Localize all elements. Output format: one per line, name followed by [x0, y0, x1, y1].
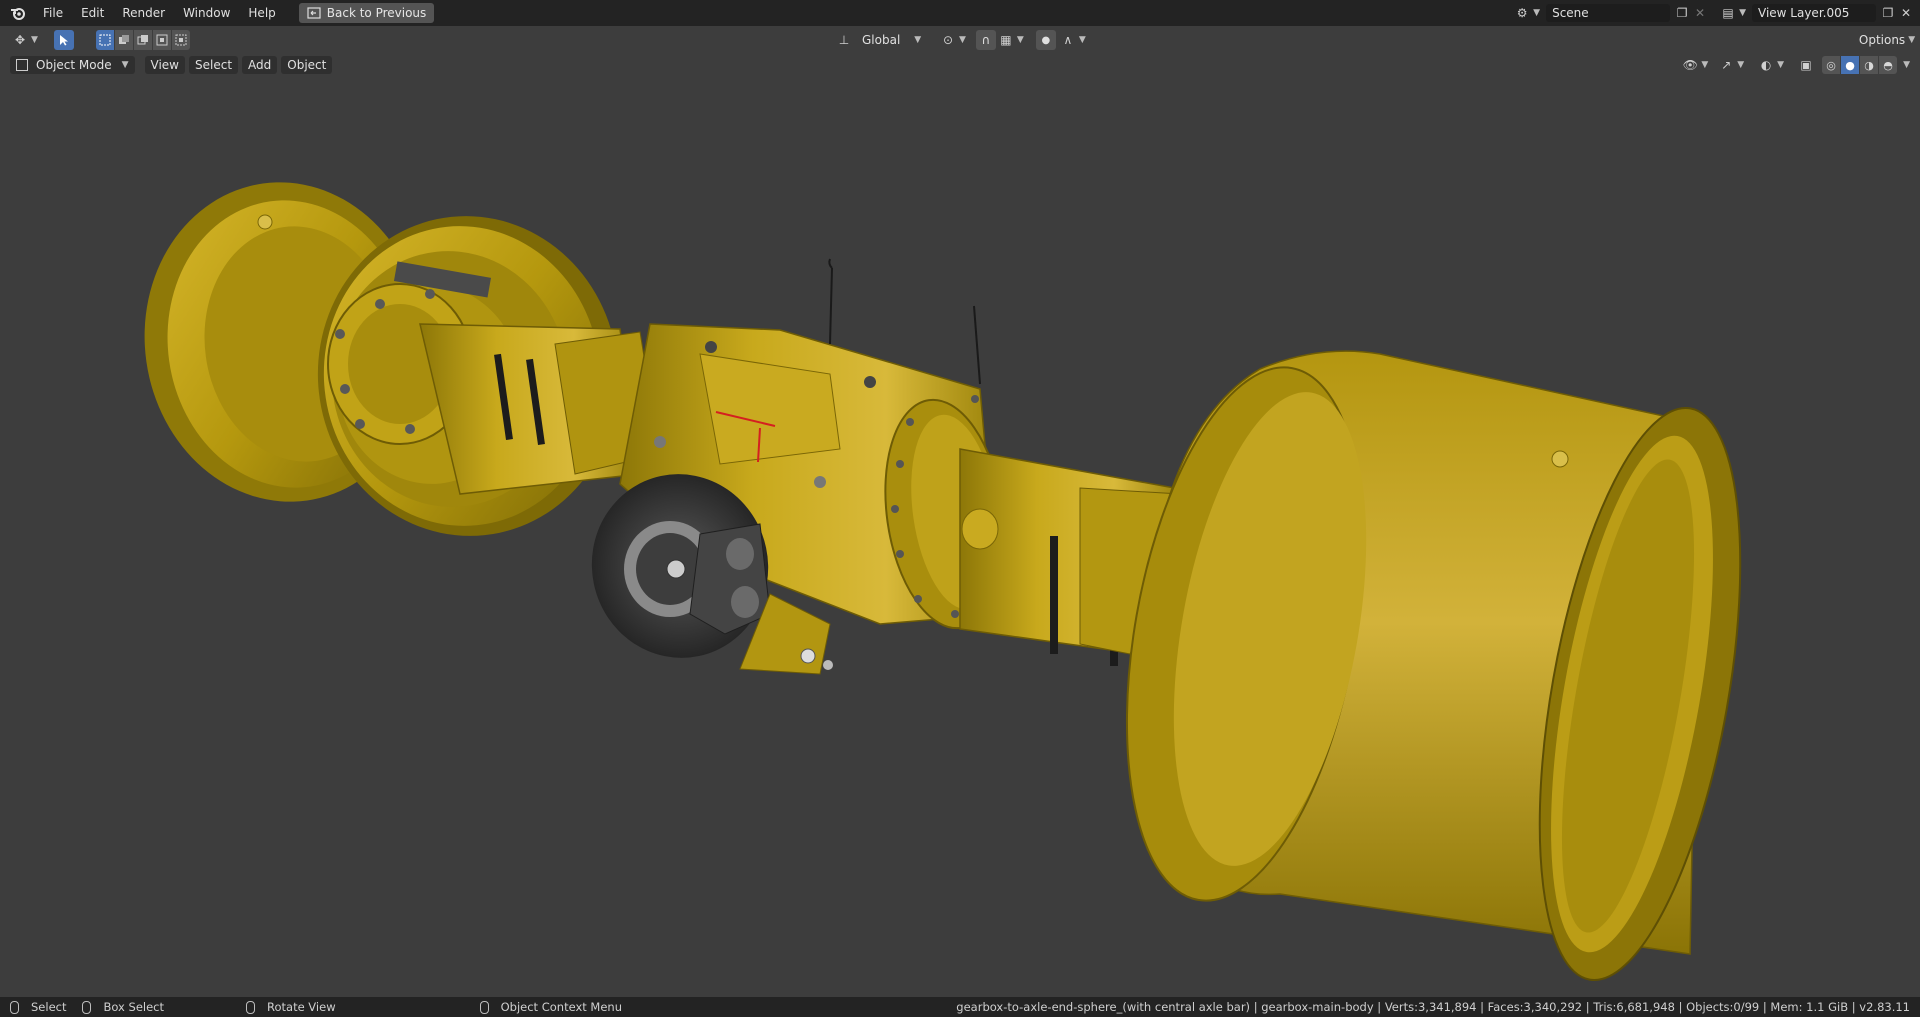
- select-subtract-icon[interactable]: [133, 30, 153, 50]
- select-tool-button[interactable]: [53, 30, 74, 50]
- chevron-down-icon: ▼: [1777, 60, 1785, 70]
- select-new-icon[interactable]: [95, 30, 115, 50]
- new-view-layer-icon[interactable]: ❐: [1880, 5, 1896, 21]
- menu-help[interactable]: Help: [239, 3, 284, 23]
- viewport-menu-select[interactable]: Select: [189, 56, 239, 74]
- chevron-down-icon: ▼: [1078, 35, 1086, 45]
- back-to-previous-label: Back to Previous: [326, 6, 427, 20]
- status-bar: Select Box Select Rotate View Object Con…: [0, 997, 1920, 1017]
- menu-file[interactable]: File: [34, 3, 72, 23]
- overlays-icon[interactable]: ◐: [1758, 57, 1774, 73]
- options-label: Options: [1858, 33, 1906, 47]
- new-scene-icon[interactable]: ❐: [1674, 5, 1690, 21]
- chevron-down-icon: ▼: [1016, 35, 1024, 45]
- chevron-down-icon: ▼: [1737, 60, 1745, 70]
- snap-increment-icon[interactable]: ▦: [998, 32, 1014, 48]
- back-to-previous-button[interactable]: Back to Previous: [298, 3, 435, 23]
- wireframe-shading-icon[interactable]: ◎: [1822, 56, 1842, 74]
- status-context-menu-label: Object Context Menu: [500, 1000, 622, 1014]
- transform-orientation-value: Global: [862, 33, 901, 47]
- options-dropdown[interactable]: Options ▼: [1858, 30, 1916, 50]
- status-select: Select: [10, 1000, 66, 1014]
- tool-header: ✥ ▼ ⊥ Global ▼ ⊙ ▼ ∩ ▦ ▼ ● ∧ ▼ Options ▼: [0, 26, 1920, 54]
- view-layer-browse-icon[interactable]: ▤: [1720, 5, 1736, 21]
- scene-name: Scene: [1552, 6, 1589, 20]
- viewport-menu-add[interactable]: Add: [242, 56, 278, 74]
- material-preview-icon[interactable]: ◑: [1860, 56, 1880, 74]
- menu-render[interactable]: Render: [113, 3, 174, 23]
- top-menu-bar: File Edit Render Window Help Back to Pre…: [0, 0, 1920, 26]
- viewport-shading-controls: 👁 ▼ ↗ ▼ ◐ ▼ ▣ ◎ ● ◑ ◓ ▼: [1682, 56, 1910, 74]
- select-invert-icon[interactable]: [152, 30, 172, 50]
- drag-mouse-icon: [82, 1000, 92, 1014]
- chevron-down-icon: ▼: [1908, 35, 1916, 45]
- object-mode-icon: [16, 59, 28, 71]
- viewport-canvas[interactable]: [0, 54, 1920, 997]
- delete-scene-icon[interactable]: ✕: [1692, 5, 1708, 21]
- scene-statistics: gearbox-to-axle-end-sphere_(with central…: [956, 1000, 1910, 1014]
- falloff-curve-icon[interactable]: ∧: [1060, 32, 1076, 48]
- snap-toggle-button[interactable]: ∩: [975, 30, 996, 50]
- status-box-select: Box Select: [82, 1000, 164, 1014]
- select-extend-icon[interactable]: [114, 30, 134, 50]
- chevron-down-icon: ▼: [959, 35, 966, 45]
- status-box-select-label: Box Select: [103, 1000, 164, 1014]
- status-rotate-view-label: Rotate View: [267, 1000, 336, 1014]
- blender-logo-icon[interactable]: [10, 5, 26, 21]
- magnet-icon: ∩: [981, 33, 991, 47]
- cursor-arrow-icon: [59, 35, 68, 46]
- status-context-menu: Object Context Menu: [479, 1000, 622, 1014]
- object-mode-dropdown[interactable]: Object Mode ▼: [10, 56, 135, 74]
- chevron-down-icon: ▼: [914, 35, 922, 45]
- scene-controls: ⚙ ▼ Scene ❐ ✕ ▤ ▼ View Layer.005 ❐ ✕: [1514, 0, 1920, 26]
- chevron-down-icon: ▼: [31, 35, 38, 45]
- delete-view-layer-icon[interactable]: ✕: [1898, 5, 1914, 21]
- proportional-circle-icon: ●: [1041, 34, 1051, 46]
- pivot-point-icon[interactable]: ⊙: [940, 32, 956, 48]
- screen-back-icon: [307, 7, 321, 19]
- object-mode-label: Object Mode: [36, 58, 112, 72]
- chevron-down-icon: ▼: [1739, 8, 1746, 18]
- chevron-down-icon: ▼: [1533, 8, 1541, 18]
- shading-mode-group: ◎ ● ◑ ◓: [1822, 56, 1898, 74]
- solid-shading-icon[interactable]: ●: [1841, 56, 1861, 74]
- 3d-viewport[interactable]: [0, 54, 1920, 997]
- right-mouse-icon: [479, 1000, 489, 1014]
- chevron-down-icon: ▼: [1701, 60, 1709, 70]
- chevron-down-icon: ▼: [121, 60, 129, 70]
- chevron-down-icon[interactable]: ▼: [1903, 60, 1910, 70]
- viewport-menu-object[interactable]: Object: [281, 56, 333, 74]
- status-select-label: Select: [31, 1000, 67, 1014]
- scene-name-field[interactable]: Scene: [1546, 4, 1671, 22]
- xray-toggle-icon[interactable]: ▣: [1798, 57, 1814, 73]
- selection-mode-group: [95, 30, 190, 50]
- right-wheel-rim[interactable]: [1090, 349, 1777, 995]
- scene-browse-icon[interactable]: ⚙: [1514, 5, 1530, 21]
- status-rotate-view: Rotate View: [246, 1000, 336, 1014]
- viewport-header: Object Mode ▼ View Select Add Object 👁 ▼…: [0, 54, 1920, 76]
- left-mouse-icon: [10, 1000, 19, 1014]
- transform-controls: ⊥ Global ▼ ⊙ ▼ ∩ ▦ ▼ ● ∧ ▼: [836, 30, 1086, 50]
- rendered-shading-icon[interactable]: ◓: [1879, 56, 1898, 74]
- editor-type-icon[interactable]: ✥: [12, 32, 28, 48]
- middle-mouse-icon: [246, 1000, 255, 1014]
- view-layer-field[interactable]: View Layer.005: [1752, 4, 1876, 22]
- select-intersect-icon[interactable]: [171, 30, 190, 50]
- proportional-edit-button[interactable]: ●: [1035, 30, 1056, 50]
- gizmo-toggle-icon[interactable]: ↗: [1718, 57, 1734, 73]
- transform-orientation-dropdown[interactable]: Global ▼: [854, 30, 932, 50]
- menu-edit[interactable]: Edit: [72, 3, 113, 23]
- menu-window[interactable]: Window: [174, 3, 239, 23]
- orientation-axes-icon: ⊥: [838, 33, 850, 47]
- viewport-menu-view[interactable]: View: [144, 56, 185, 74]
- view-layer-name: View Layer.005: [1758, 6, 1850, 20]
- visibility-eye-icon[interactable]: 👁: [1682, 57, 1698, 73]
